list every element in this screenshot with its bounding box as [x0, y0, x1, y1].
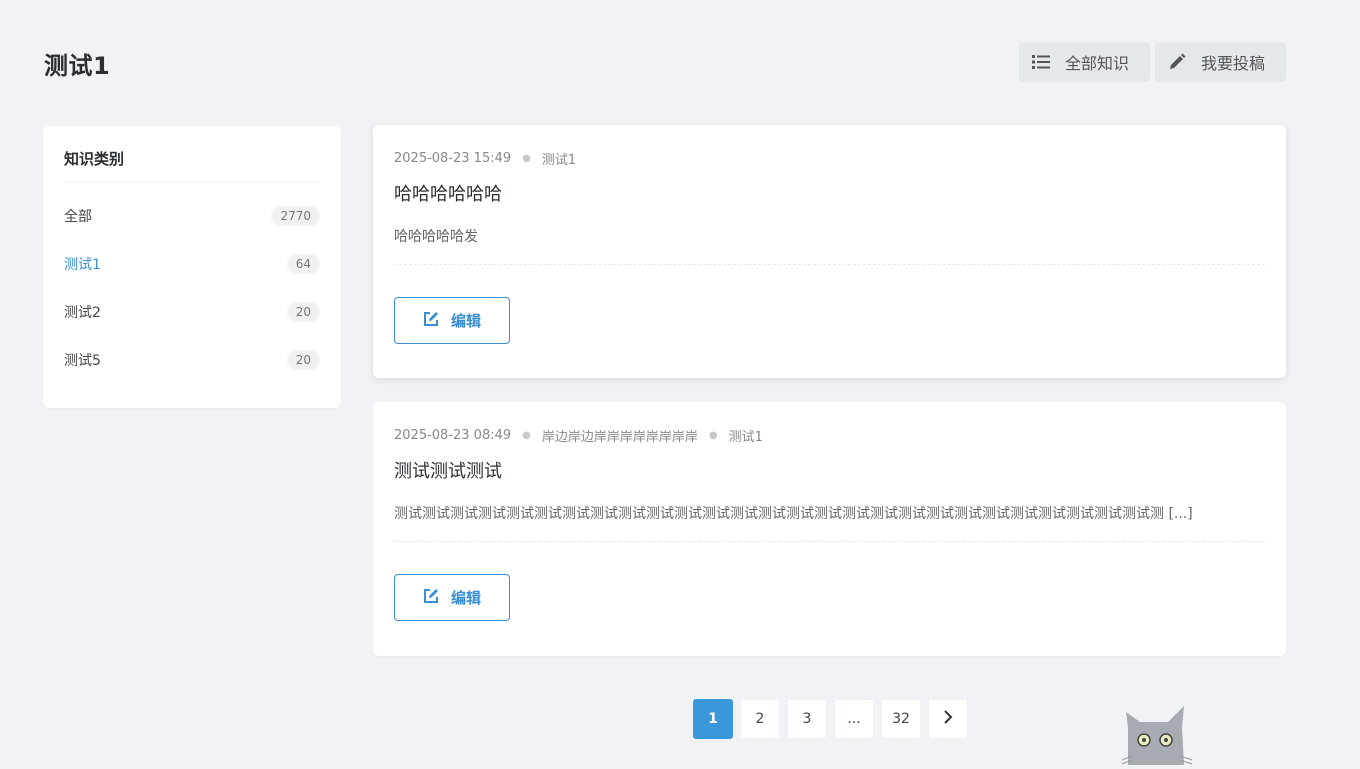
post-tag[interactable]: 岸边岸边岸岸岸岸岸岸岸岸 — [542, 426, 698, 445]
category-sidebar: 知识类别 全部 2770 测试1 64 测试2 20 测试5 20 — [43, 126, 341, 408]
post-excerpt: 哈哈哈哈哈发 — [394, 229, 478, 245]
edit-button[interactable]: 编辑 — [394, 297, 510, 344]
sidebar-item-test1[interactable]: 测试1 64 — [64, 240, 320, 288]
post-tag[interactable]: 测试1 — [542, 149, 576, 168]
post-datetime: 2025-08-23 08:49 — [394, 428, 512, 443]
edit-label: 编辑 — [450, 589, 481, 607]
sidebar-item-all[interactable]: 全部 2770 — [64, 192, 320, 240]
all-knowledge-button[interactable]: 全部知识 — [1019, 42, 1150, 82]
sidebar-title: 知识类别 — [64, 126, 320, 182]
sidebar-item-label: 测试5 — [64, 353, 101, 369]
contribute-button[interactable]: 我要投稿 — [1155, 42, 1286, 82]
sidebar-item-label: 测试1 — [64, 257, 101, 273]
pencil-icon — [1167, 52, 1187, 72]
post-divider — [394, 541, 1265, 542]
edit-button[interactable]: 编辑 — [394, 574, 510, 621]
edit-icon — [423, 588, 439, 608]
post-meta: 2025-08-23 15:49 ● 测试1 — [394, 125, 1265, 168]
sidebar-item-label: 全部 — [64, 209, 92, 225]
page-button-1[interactable]: 1 — [693, 699, 733, 739]
sidebar-item-test5[interactable]: 测试5 20 — [64, 336, 320, 384]
list-icon — [1031, 52, 1051, 72]
meta-separator: ● — [708, 430, 718, 441]
page-button-last[interactable]: 32 — [881, 699, 921, 739]
edit-icon — [423, 311, 439, 331]
page-button-2[interactable]: 2 — [740, 699, 780, 739]
post-card: 2025-08-23 08:49 ● 岸边岸边岸岸岸岸岸岸岸岸 ● 测试1 测试… — [373, 402, 1286, 656]
count-badge: 2770 — [271, 206, 320, 226]
sidebar-item-test2[interactable]: 测试2 20 — [64, 288, 320, 336]
pagination: 1 2 3 ... 32 — [693, 699, 968, 739]
post-divider — [394, 264, 1265, 265]
header-actions: 全部知识 我要投稿 — [1019, 42, 1286, 82]
post-title[interactable]: 哈哈哈哈哈哈 — [394, 180, 1265, 206]
next-page-button[interactable] — [928, 699, 968, 739]
post-excerpt: 测试测试测试测试测试测试测试测试测试测试测试测试测试测试测试测试测试测试测试测试… — [394, 506, 1193, 522]
meta-separator: ● — [522, 430, 531, 441]
post-meta: 2025-08-23 08:49 ● 岸边岸边岸岸岸岸岸岸岸岸 ● 测试1 — [394, 402, 1265, 445]
meta-separator: ● — [522, 153, 531, 164]
post-card: 2025-08-23 15:49 ● 测试1 哈哈哈哈哈哈 哈哈哈哈哈发 编辑 — [373, 125, 1286, 378]
all-knowledge-label: 全部知识 — [1065, 54, 1130, 73]
category-list: 全部 2770 测试1 64 测试2 20 测试5 20 — [64, 192, 320, 384]
chevron-right-icon — [942, 710, 954, 728]
count-badge: 20 — [286, 302, 320, 322]
post-tag[interactable]: 测试1 — [729, 426, 763, 445]
sidebar-item-label: 测试2 — [64, 305, 101, 321]
contribute-label: 我要投稿 — [1201, 54, 1266, 73]
count-badge: 64 — [286, 254, 320, 274]
page-title: 测试1 — [44, 52, 111, 80]
page-ellipsis: ... — [834, 699, 874, 739]
page-button-3[interactable]: 3 — [787, 699, 827, 739]
post-title[interactable]: 测试测试测试 — [394, 457, 1265, 483]
cat-mascot-icon[interactable] — [1118, 700, 1198, 765]
post-datetime: 2025-08-23 15:49 — [394, 151, 512, 166]
count-badge: 20 — [286, 350, 320, 370]
edit-label: 编辑 — [450, 312, 481, 330]
